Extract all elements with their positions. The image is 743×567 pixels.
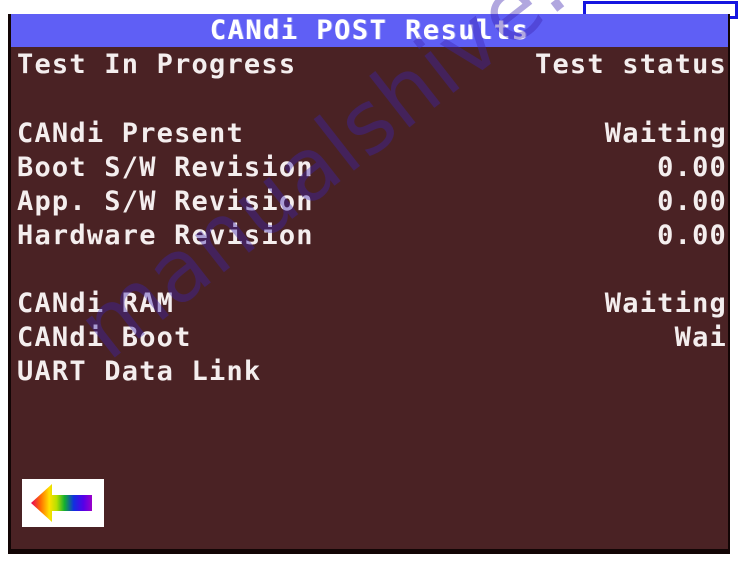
row-label: UART Data Link: [17, 356, 262, 387]
row-label: CANdi Present: [17, 118, 244, 149]
table-row: CANdi Boot Wai: [11, 321, 728, 355]
results-list: Test In Progress Test status CANdi Prese…: [11, 47, 728, 549]
row-label: App. S/W Revision: [17, 186, 314, 217]
table-row: UART Data Link: [11, 355, 728, 389]
table-row: CANdi Present Waiting: [11, 117, 728, 151]
row-value: 0.00: [657, 152, 727, 183]
row-label: Boot S/W Revision: [17, 152, 314, 183]
candi-post-results-panel: CANdi POST Results Test In Progress Test…: [8, 14, 730, 554]
table-row: Boot S/W Revision 0.00: [11, 151, 728, 185]
test-progress-label: Test In Progress: [17, 49, 297, 80]
table-row: App. S/W Revision 0.00: [11, 185, 728, 219]
row-label: Hardware Revision: [17, 220, 314, 251]
title-bar: CANdi POST Results: [11, 14, 728, 47]
back-button[interactable]: [22, 479, 104, 527]
row-value: Wai: [674, 322, 727, 353]
page-title: CANdi POST Results: [209, 15, 530, 46]
row-value: Waiting: [604, 118, 727, 149]
row-value: 0.00: [657, 186, 727, 217]
table-row: Hardware Revision 0.00: [11, 219, 728, 253]
row-value: Waiting: [604, 288, 727, 319]
screen: CANdi POST Results Test In Progress Test…: [0, 0, 743, 567]
row-spacer: [11, 83, 728, 117]
test-status-header: Test status: [534, 49, 727, 80]
row-label: CANdi Boot: [17, 322, 192, 353]
table-row: CANdi RAM Waiting: [11, 287, 728, 321]
row-value: 0.00: [657, 220, 727, 251]
row-label: CANdi RAM: [17, 288, 175, 319]
column-header-row: Test In Progress Test status: [11, 47, 728, 83]
row-spacer: [11, 253, 728, 287]
rainbow-left-arrow-icon: [22, 479, 104, 527]
